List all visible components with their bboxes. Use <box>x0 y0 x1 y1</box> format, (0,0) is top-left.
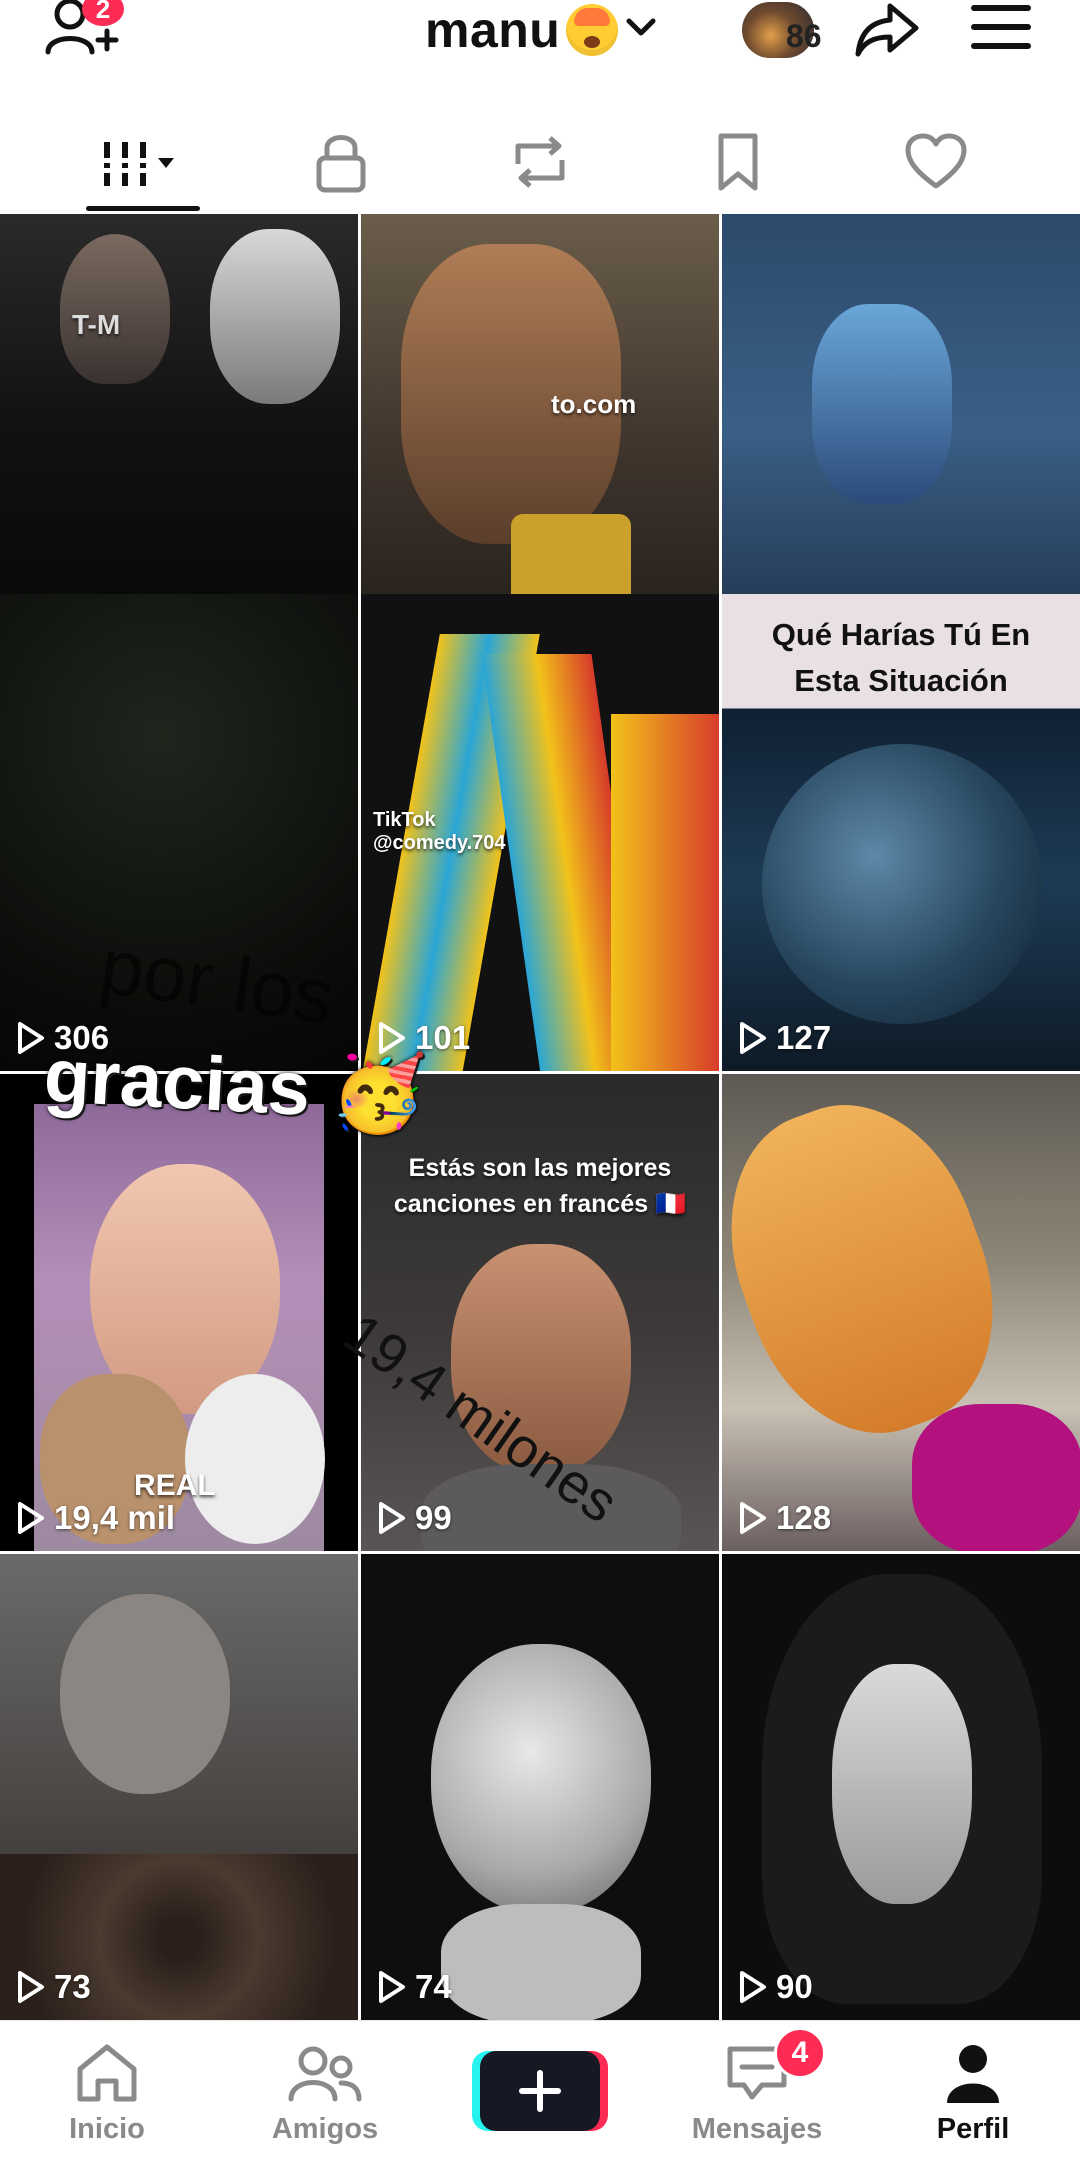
video-caption: TikTok @comedy.704 <box>373 809 506 854</box>
view-count-text: 127 <box>776 1019 832 1056</box>
exploding-head-emoji-icon <box>566 4 619 56</box>
plus-icon <box>519 2070 561 2112</box>
bottom-navigation: Inicio Amigos Mensajes 4 Perfil <box>0 2020 1080 2177</box>
messages-badge: 4 <box>774 2027 826 2079</box>
play-icon <box>740 1022 766 1054</box>
video-caption: REAL <box>134 1469 216 1502</box>
share-icon[interactable] <box>852 0 922 60</box>
create-button[interactable] <box>480 2051 600 2131</box>
tab-favorites[interactable] <box>683 110 793 214</box>
view-count-text: 73 <box>54 1968 91 2005</box>
repost-icon <box>515 136 565 188</box>
view-count: 127 <box>738 1019 831 1057</box>
menu-icon[interactable] <box>970 2 1032 52</box>
play-icon <box>379 1971 405 2003</box>
play-icon <box>379 1502 405 1534</box>
nav-profile-label: Perfil <box>936 2113 1010 2145</box>
home-icon <box>77 2044 137 2102</box>
view-count: 99 <box>377 1499 452 1537</box>
nav-messages-label: Mensajes <box>691 2113 823 2145</box>
view-count-text: 90 <box>776 1968 813 2005</box>
nav-profile[interactable]: Perfil <box>888 2041 1058 2161</box>
grid-icon <box>101 142 174 186</box>
view-count-text: 74 <box>415 1968 452 2005</box>
video-thumbnail[interactable]: TikTok @comedy.704 101 <box>361 594 719 1071</box>
heart-icon <box>905 133 967 189</box>
video-thumbnail[interactable]: Qué Harías Tú En Esta Situación 127 <box>722 594 1080 1071</box>
nav-home[interactable]: Inicio <box>22 2041 192 2161</box>
profile-icon <box>947 2045 999 2103</box>
video-caption: Estás son las mejores canciones en franc… <box>393 1154 687 1218</box>
view-count-text: 19,4 mil <box>54 1499 176 1536</box>
nav-home-label: Inicio <box>69 2113 145 2145</box>
view-count-text: 128 <box>776 1499 832 1536</box>
video-thumbnail[interactable]: 73 <box>0 1554 358 2020</box>
view-count: 74 <box>377 1968 452 2006</box>
view-count: 90 <box>738 1968 813 2006</box>
view-count: 128 <box>738 1499 831 1537</box>
tab-indicator <box>86 206 200 211</box>
profile-tabs <box>0 110 1080 214</box>
bookmark-icon <box>718 133 758 191</box>
video-caption: Qué Harías Tú En Esta Situación <box>771 617 1031 698</box>
username: manu <box>425 2 561 58</box>
tab-private[interactable] <box>286 110 396 214</box>
video-caption: T-M <box>72 309 121 340</box>
video-thumbnail[interactable]: 128 <box>722 1074 1080 1551</box>
play-icon <box>18 1502 44 1534</box>
view-count: 19,4 mil <box>16 1499 175 1537</box>
nav-friends-label: Amigos <box>271 2113 379 2145</box>
tab-reposts[interactable] <box>485 110 595 214</box>
nav-friends[interactable]: Amigos <box>240 2041 410 2161</box>
username-dropdown[interactable]: manu <box>425 0 658 60</box>
play-icon <box>18 1971 44 2003</box>
tab-videos[interactable] <box>88 110 198 214</box>
profile-header: 2 manu 86 <box>0 0 1080 90</box>
video-thumbnail[interactable]: REAL 19,4 mil <box>0 1074 358 1551</box>
friends-icon <box>288 2046 362 2102</box>
video-thumbnail[interactable]: 90 <box>722 1554 1080 2020</box>
view-count-text: 99 <box>415 1499 452 1536</box>
play-icon <box>740 1971 766 2003</box>
chevron-down-icon <box>624 11 658 50</box>
play-icon <box>18 1022 44 1054</box>
play-icon <box>740 1502 766 1534</box>
lock-icon <box>316 135 366 193</box>
video-caption: to.com <box>551 389 637 419</box>
avatar-count: 86 <box>786 18 822 54</box>
view-count: 73 <box>16 1968 91 2006</box>
video-thumbnail[interactable]: 74 <box>361 1554 719 2020</box>
tab-liked[interactable] <box>881 110 991 214</box>
